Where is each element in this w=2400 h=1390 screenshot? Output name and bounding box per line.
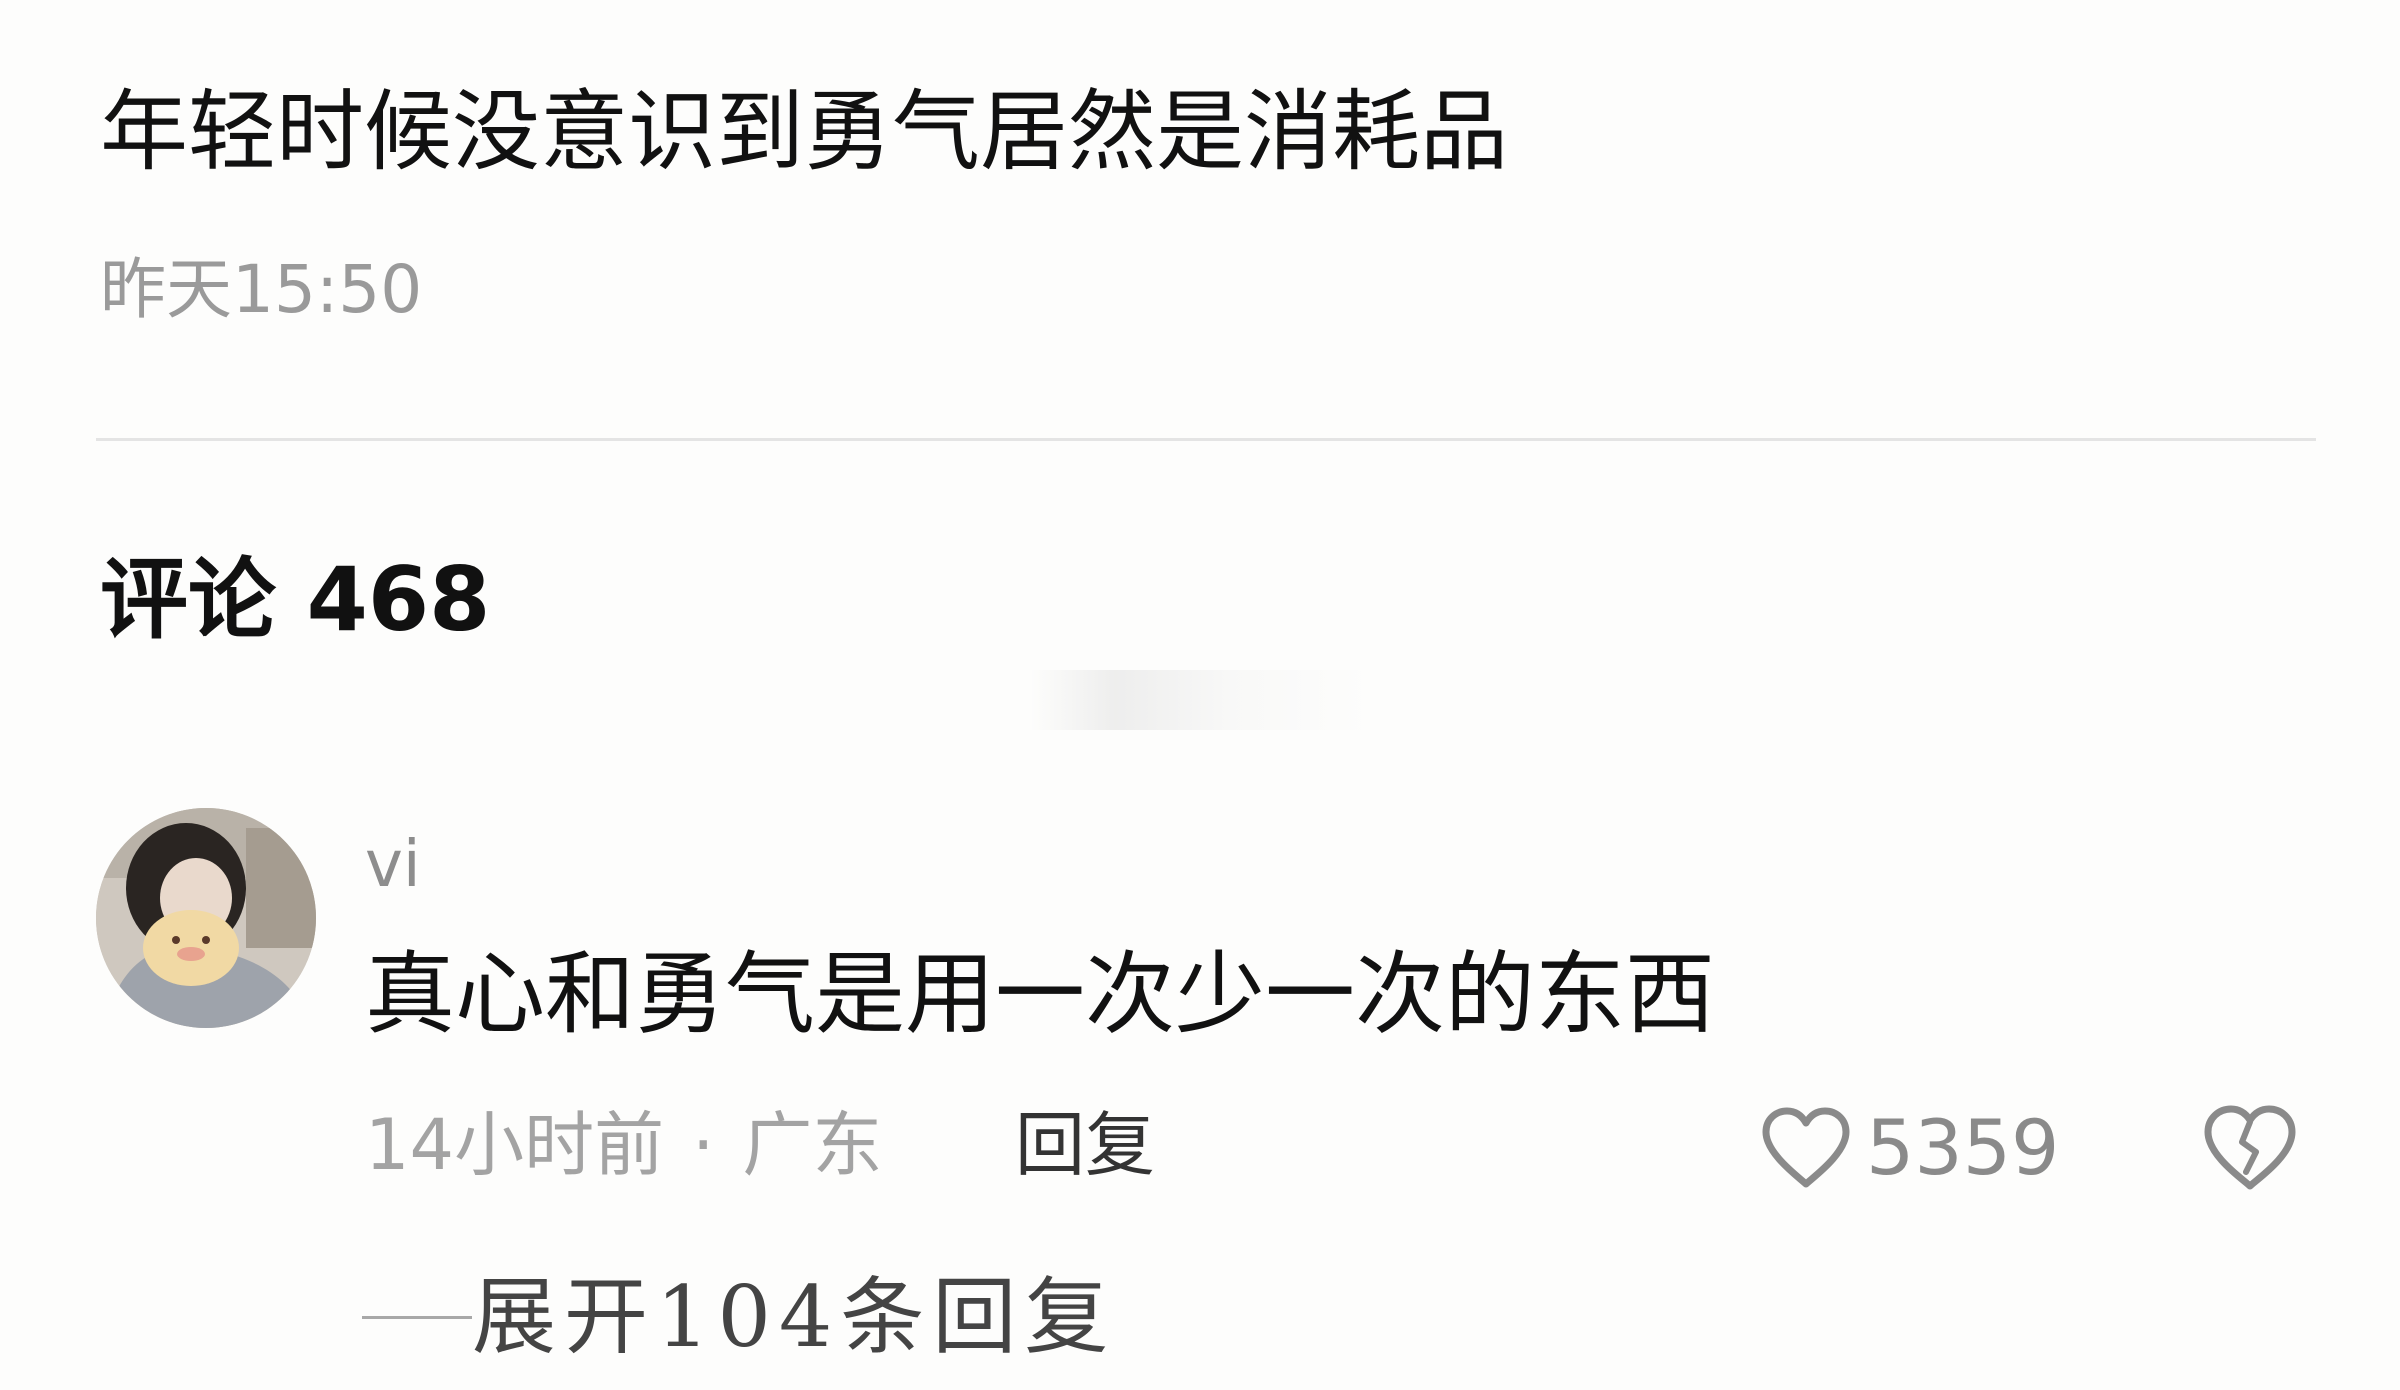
comment-location: 广东: [742, 1104, 883, 1186]
dislike-button[interactable]: [2200, 1098, 2300, 1198]
like-count: 5359: [1866, 1103, 2060, 1192]
comment-username[interactable]: vi: [365, 820, 421, 910]
broken-heart-icon: [2204, 1105, 2296, 1190]
comment-time: 14小时前: [365, 1104, 665, 1186]
watermark-blur: [1030, 670, 1370, 730]
expand-replies-button[interactable]: 展开104条回复: [362, 1262, 1116, 1372]
reply-button[interactable]: 回复: [1015, 1095, 1155, 1195]
divider: [96, 438, 2316, 441]
comment-meta: 14小时前 · 广东: [365, 1095, 882, 1195]
heart-outline-icon: [1762, 1107, 1850, 1188]
meta-separator: ·: [692, 1104, 715, 1186]
like-button[interactable]: 5359: [1760, 1098, 2059, 1198]
comments-count-header: 评论 468: [100, 548, 491, 651]
expand-replies-label: 展开104条回复: [472, 1268, 1117, 1366]
avatar[interactable]: [96, 808, 316, 1028]
post-title: 年轻时候没意识到勇气居然是消耗品: [100, 80, 1509, 183]
avatar-image: [96, 808, 316, 1028]
post-timestamp: 昨天15:50: [100, 251, 423, 328]
expand-replies-line: [362, 1315, 472, 1319]
comment-text: 真心和勇气是用一次少一次的东西: [365, 942, 1715, 1047]
